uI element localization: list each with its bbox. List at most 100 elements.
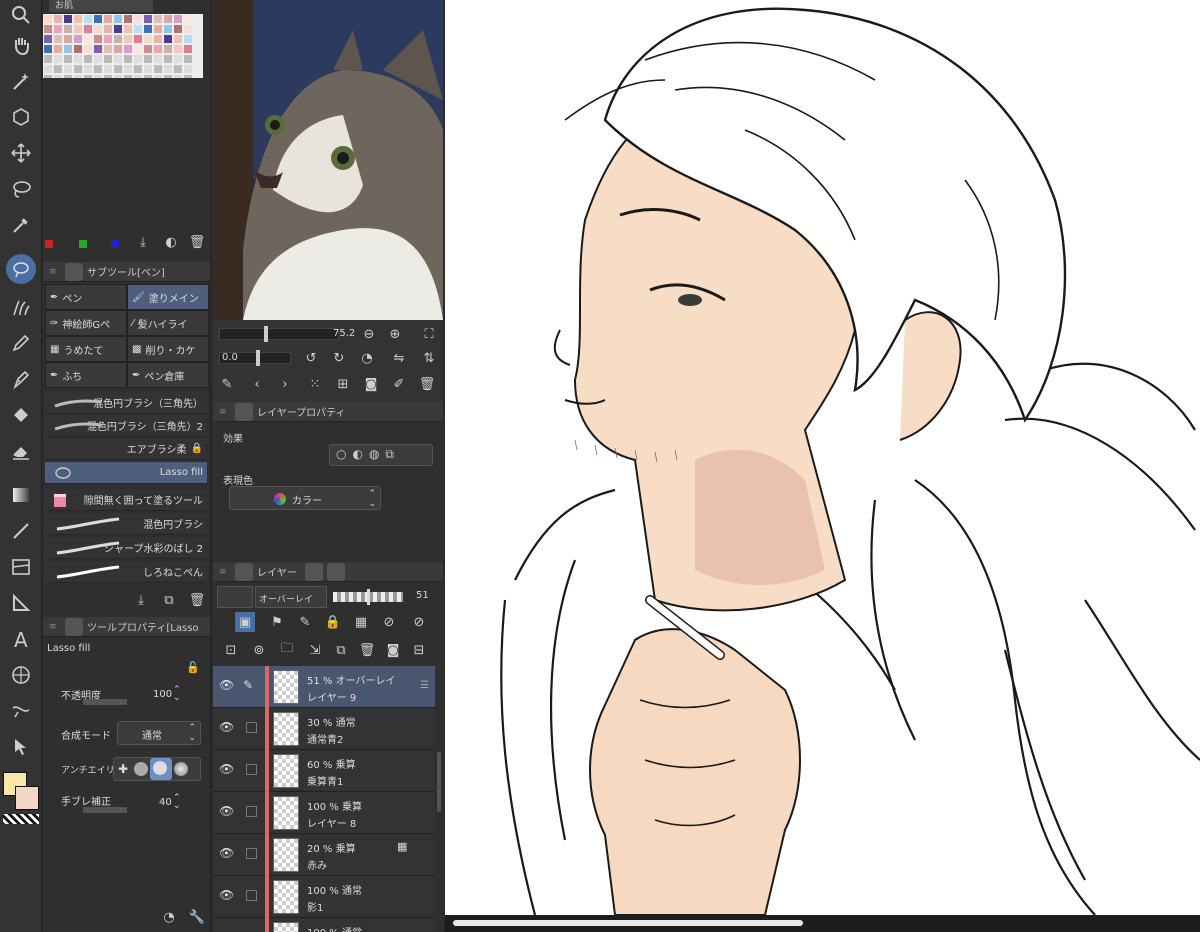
color-swatch[interactable] <box>104 35 112 43</box>
color-swatch[interactable] <box>174 35 182 43</box>
color-swatch[interactable] <box>64 25 72 33</box>
lock-transparent-icon[interactable]: ▦ <box>351 612 371 632</box>
color-swatch[interactable] <box>64 55 72 63</box>
eyedropper-icon[interactable]: ✎ <box>217 374 237 394</box>
layer-tab-icon[interactable] <box>235 562 253 581</box>
subtool-group-hair-highlight[interactable]: ⁄ 髪ハイライ <box>127 310 209 336</box>
fit-view-icon[interactable]: ⛶ <box>419 324 439 344</box>
duplicate-subtool-icon[interactable]: ⧉ <box>159 590 179 610</box>
color-swatch[interactable] <box>104 65 112 73</box>
new-folder-icon[interactable]: 🗀 <box>277 640 297 660</box>
color-swatch[interactable] <box>174 25 182 33</box>
color-swatch[interactable] <box>164 35 172 43</box>
color-swatch[interactable] <box>54 35 62 43</box>
color-swatch[interactable] <box>124 55 132 63</box>
history-tab-icon[interactable] <box>304 562 323 581</box>
subtool-group-pen[interactable]: ✒ ペン <box>45 284 127 310</box>
3d-object-icon[interactable] <box>6 102 36 132</box>
layer-check[interactable] <box>246 848 257 859</box>
layer-row[interactable]: 👁 100 % 通常 影1 <box>213 876 435 918</box>
color-swatch[interactable] <box>154 45 162 53</box>
brush-item[interactable]: エアブラシ柔 🔒 <box>45 438 207 460</box>
ruler-tool-icon[interactable] <box>6 588 36 618</box>
grid-icon[interactable]: ⁙ <box>305 374 325 394</box>
settings-wrench-icon[interactable]: 🔧 <box>187 907 207 927</box>
subtool-group-shave[interactable]: ▩ 削り・カケ <box>127 336 209 362</box>
merge-down-icon[interactable]: ⧉ <box>331 640 351 660</box>
color-drop-icon[interactable]: ◐ <box>161 232 181 252</box>
color-swatch[interactable] <box>124 75 132 78</box>
eye-icon[interactable]: 👁 <box>219 888 234 902</box>
color-swatch[interactable] <box>154 25 162 33</box>
color-swatch[interactable] <box>54 55 62 63</box>
color-swatch[interactable] <box>104 15 112 23</box>
stabilization-value[interactable]: 40 <box>159 797 172 808</box>
operation-tool-icon[interactable] <box>6 732 36 762</box>
color-swatch[interactable] <box>54 15 62 23</box>
brush-item-selected[interactable]: Lasso fill <box>45 462 207 484</box>
ruler-enable-icon[interactable]: ⊘ <box>409 612 429 632</box>
trash-icon[interactable]: 🗑 <box>187 590 207 610</box>
reset-icon[interactable]: ◔ <box>159 907 179 927</box>
color-swatch[interactable] <box>184 75 192 78</box>
green-swatch[interactable] <box>79 240 87 248</box>
color-swatch[interactable] <box>174 55 182 63</box>
new-raster-layer-icon[interactable]: ⊡ <box>221 640 241 660</box>
color-swatch[interactable] <box>154 55 162 63</box>
layer-check[interactable] <box>246 764 257 775</box>
color-swatch[interactable] <box>74 35 82 43</box>
color-swatch[interactable] <box>94 65 102 73</box>
color-swatch[interactable] <box>154 35 162 43</box>
color-swatch[interactable] <box>114 75 122 78</box>
color-swatch[interactable] <box>64 45 72 53</box>
color-swatch[interactable] <box>84 45 92 53</box>
lock-icon[interactable]: 🔓 <box>183 657 203 677</box>
color-swatch[interactable] <box>174 15 182 23</box>
new-vector-layer-icon[interactable]: ⊚ <box>249 640 269 660</box>
layer-opacity-slider[interactable] <box>333 589 403 605</box>
sub-color-swatch[interactable] <box>15 786 39 810</box>
color-swatch[interactable] <box>164 45 172 53</box>
toolprop-tab-icon[interactable] <box>65 617 83 636</box>
animation-tab-icon[interactable] <box>326 562 345 581</box>
mask-enable-icon[interactable]: ⊘ <box>379 612 399 632</box>
subtool-group-border[interactable]: ✒ ふち <box>45 362 127 388</box>
reset-rotation-icon[interactable]: ◔ <box>357 348 377 368</box>
brush-item[interactable]: 隙間無く囲って塗るツール <box>45 489 207 511</box>
subtool-group-fill[interactable]: ▦ うめたて <box>45 336 127 362</box>
color-swatch[interactable] <box>44 55 52 63</box>
layer-row[interactable]: 👁 100 % 通常 <box>213 918 435 932</box>
color-swatch[interactable] <box>74 65 82 73</box>
drawing-canvas[interactable] <box>445 0 1200 915</box>
drag-handle-icon[interactable]: ☰ <box>420 680 429 691</box>
stabilization-slider[interactable] <box>83 807 127 813</box>
color-swatch[interactable] <box>154 75 162 78</box>
color-swatch[interactable] <box>84 15 92 23</box>
lock-icon[interactable]: 🔒 <box>323 612 343 632</box>
layer-row[interactable]: 👁 20 % 乗算 赤み ▦ <box>213 834 435 876</box>
color-swatch[interactable] <box>44 25 52 33</box>
eyedropper-icon[interactable] <box>6 210 36 240</box>
layer-color-select[interactable] <box>217 586 253 608</box>
color-swatch-grid[interactable] <box>43 14 203 78</box>
color-swatch[interactable] <box>84 35 92 43</box>
color-swatch[interactable] <box>174 65 182 73</box>
frame-tool-icon[interactable] <box>6 552 36 582</box>
import-subtool-icon[interactable]: ⤓ <box>131 590 151 610</box>
brush-item[interactable]: 混色円ブラシ（三角先）2 <box>45 415 207 437</box>
eye-icon[interactable]: 👁 <box>219 804 234 818</box>
color-swatch[interactable] <box>74 25 82 33</box>
color-swatch[interactable] <box>144 45 152 53</box>
zoom-in-icon[interactable]: ⊕ <box>385 324 405 344</box>
subtool-tab-icon[interactable] <box>65 262 83 281</box>
color-swatch[interactable] <box>64 15 72 23</box>
reference-layer-icon[interactable]: ⚑ <box>267 612 287 632</box>
brush-item[interactable]: 混色円ブラシ（三角先） <box>45 392 207 414</box>
grip-icon[interactable]: ≡ <box>219 567 229 577</box>
chevron-left-icon[interactable]: ‹ <box>247 374 267 394</box>
layer-blend-mode-select[interactable]: オーバーレイ <box>255 586 327 608</box>
subtool-group-god-g-pen[interactable]: ✑ 神絵師Gペ <box>45 310 127 336</box>
color-swatch[interactable] <box>144 25 152 33</box>
color-swatch[interactable] <box>164 25 172 33</box>
color-swatch[interactable] <box>144 15 152 23</box>
